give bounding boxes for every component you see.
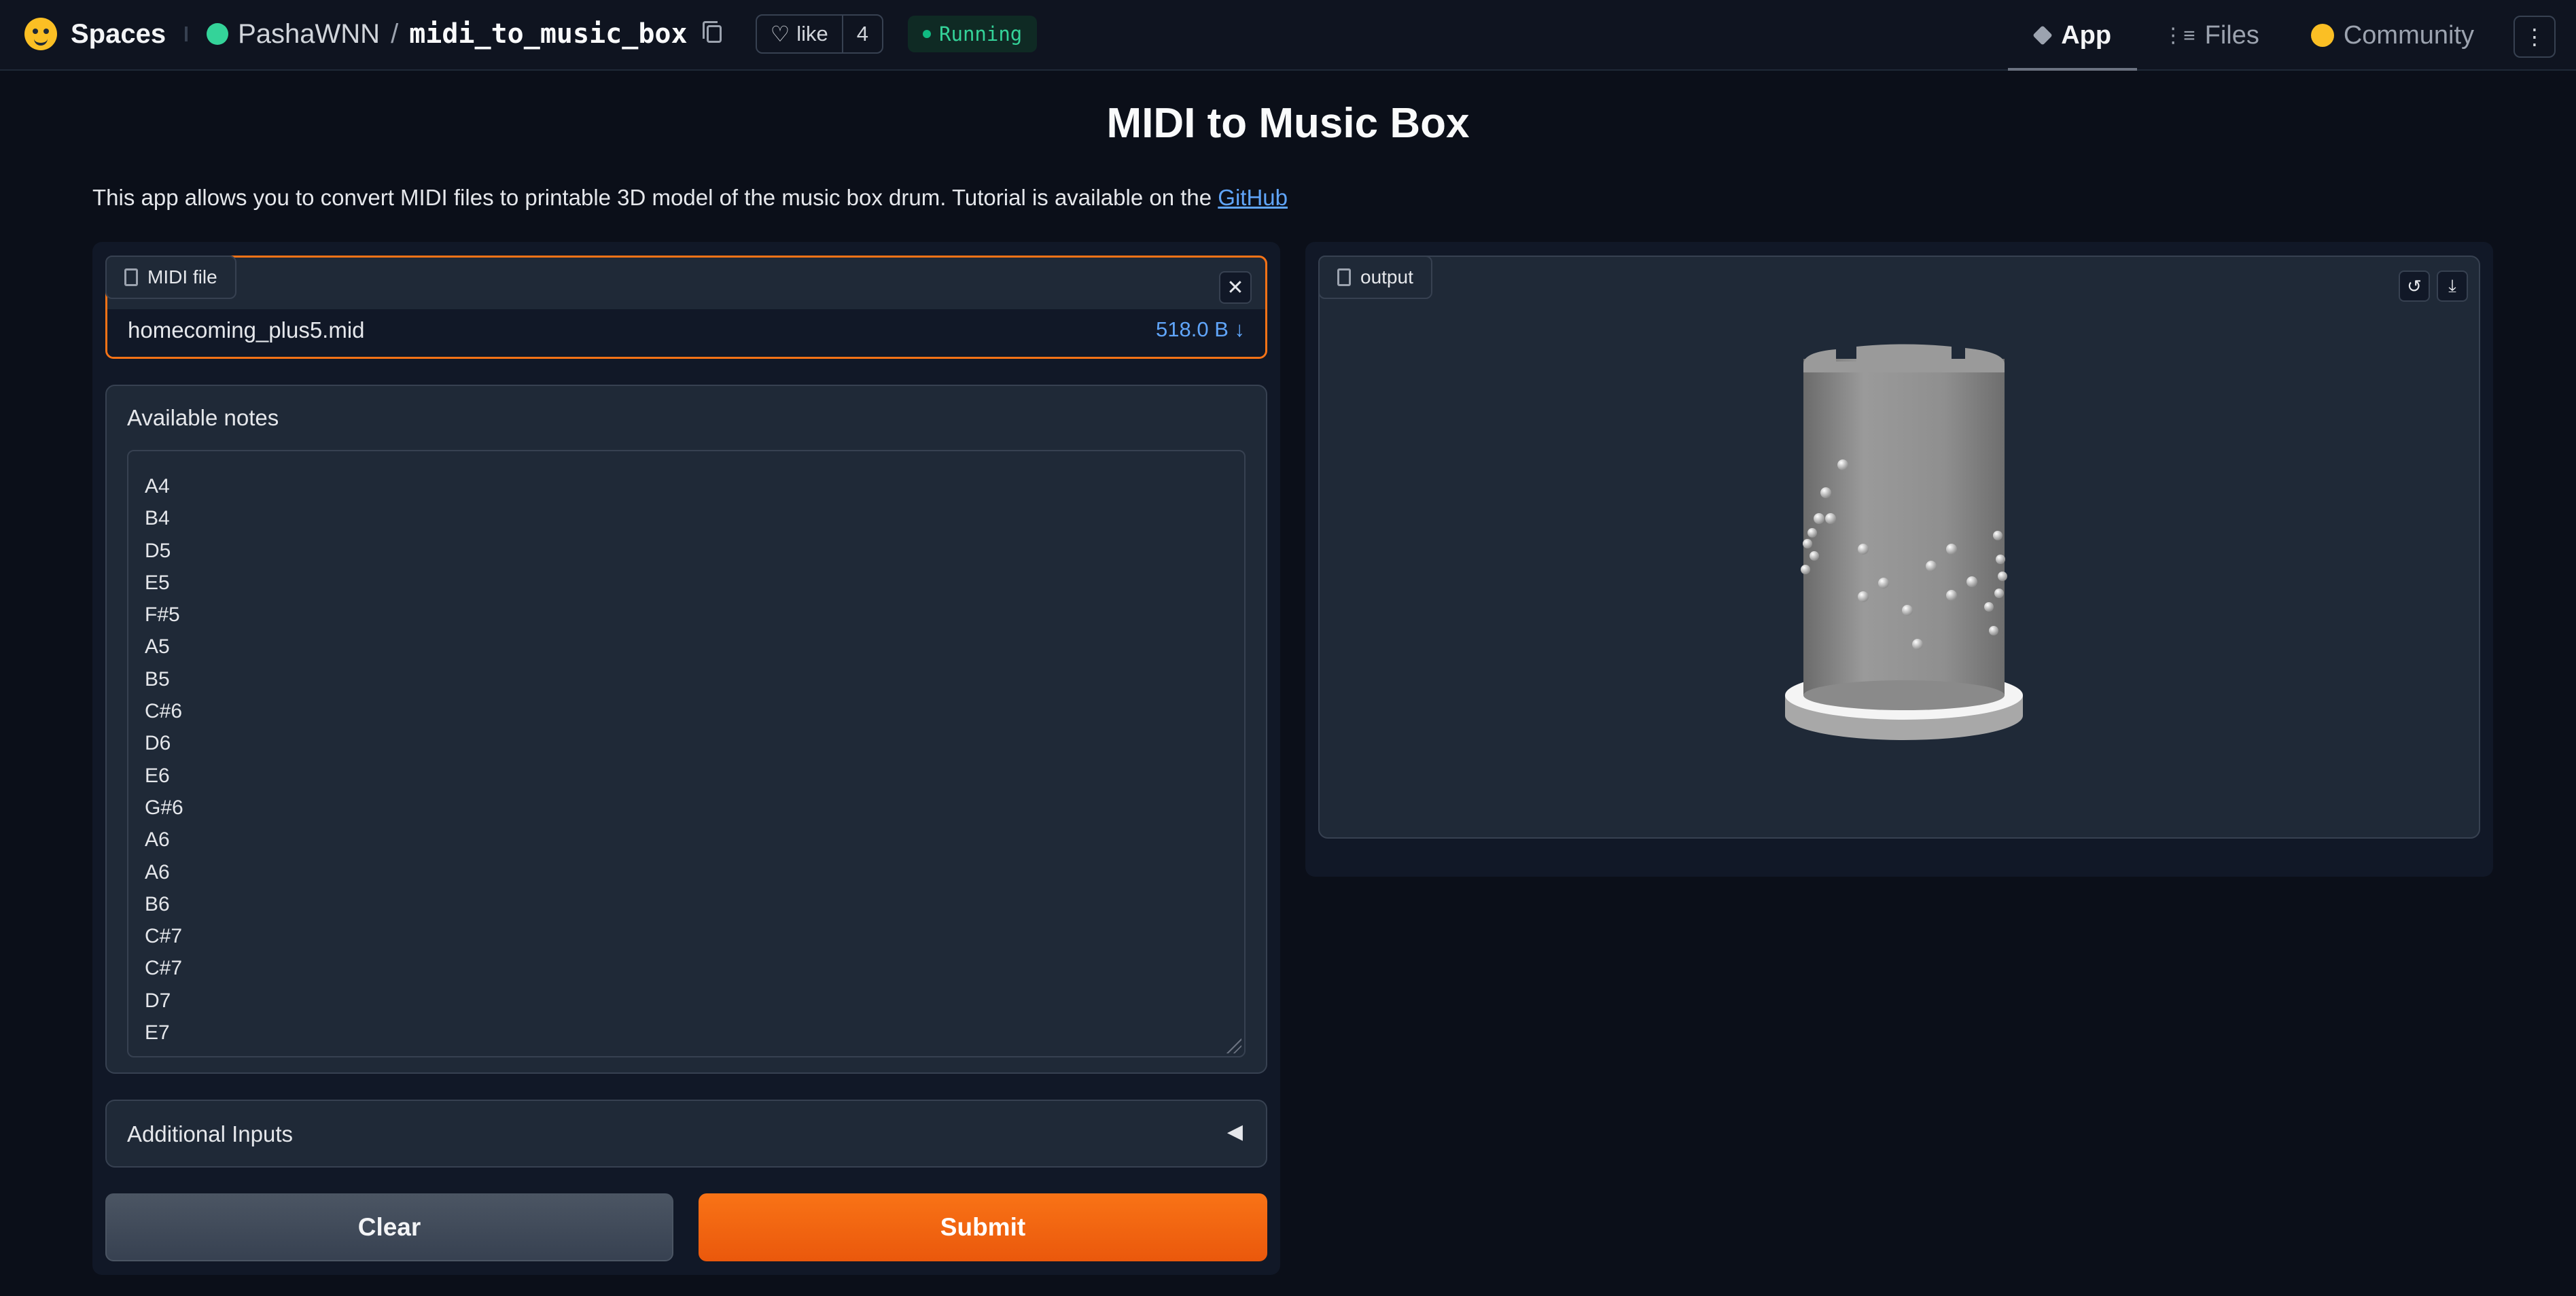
available-notes-block: Available notes A4 B4 D5 E5 F#5 A5 B5 C#6 D6 E6 G#… <box>105 385 1267 1074</box>
remove-file-button[interactable]: ✕ <box>1219 271 1252 304</box>
additional-inputs-label: Additional Inputs <box>127 1121 294 1146</box>
files-icon: ⋮≡ <box>2163 24 2195 47</box>
note-item: A6 <box>145 828 170 852</box>
output-label-text: output <box>1360 266 1413 287</box>
like-widget: ♡ like 4 <box>755 14 884 54</box>
note-item: C#6 <box>145 700 183 723</box>
file-name: homecoming_plus5.mid <box>128 317 365 343</box>
tab-files-label: Files <box>2204 20 2259 50</box>
clear-button[interactable]: Clear <box>105 1193 673 1261</box>
space-header: Spaces PashaWNN / midi_to_music_box ♡ li… <box>24 0 1038 68</box>
music-box-drum-3d-model[interactable] <box>1727 332 2081 753</box>
note-item: B5 <box>145 667 170 690</box>
note-item: G#6 <box>145 796 183 819</box>
note-item: D6 <box>145 732 171 755</box>
midi-file-upload[interactable]: MIDI file ✕ homecoming_plus5.mid 518.0 B… <box>105 256 1267 359</box>
hugging-face-logo-icon[interactable] <box>24 18 57 50</box>
available-notes-label: Available notes <box>127 405 279 430</box>
path-separator: / <box>391 18 399 49</box>
uploaded-file-row: homecoming_plus5.mid 518.0 B ↓ <box>107 309 1265 357</box>
available-notes-textarea[interactable]: A4 B4 D5 E5 F#5 A5 B5 C#6 D6 E6 G#6 A6 A6 B6 C#7 C#7 D7 E… <box>127 450 1246 1057</box>
like-count[interactable]: 4 <box>841 16 882 52</box>
file-download-link[interactable]: 518.0 B ↓ <box>1156 317 1245 342</box>
midi-file-label-text: MIDI file <box>147 266 217 287</box>
tab-app-label: App <box>2061 20 2112 50</box>
copy-icon[interactable] <box>702 21 722 43</box>
resize-handle-icon[interactable] <box>1227 1038 1241 1053</box>
note-item: D7 <box>145 989 171 1012</box>
status-text: Running <box>939 22 1023 46</box>
note-item: E7 <box>145 1021 170 1045</box>
like-button[interactable]: ♡ like <box>757 16 842 52</box>
top-bar: Spaces PashaWNN / midi_to_music_box ♡ li… <box>0 0 2576 71</box>
status-dot-icon <box>923 30 932 38</box>
output-model-viewer: output ↺ ⤓ <box>1318 256 2480 839</box>
note-item: A4 <box>145 475 170 497</box>
expand-arrow-icon: ◀ <box>1227 1121 1243 1143</box>
like-label: like <box>796 22 828 46</box>
tab-community[interactable]: Community <box>2285 0 2500 71</box>
community-icon <box>2310 24 2334 47</box>
owner-avatar <box>207 23 229 45</box>
space-tabs: App ⋮≡ Files Community ⋮ <box>2008 0 2576 71</box>
kebab-icon: ⋮ <box>2524 24 2545 49</box>
spaces-link[interactable]: Spaces <box>71 19 166 50</box>
github-link[interactable]: GitHub <box>1218 185 1288 210</box>
owner-link[interactable]: PashaWNN <box>238 19 380 50</box>
note-item: D5 <box>145 539 171 562</box>
download-button[interactable]: ⤓ <box>2437 270 2468 302</box>
output-label: output <box>1318 256 1432 299</box>
more-menu-button[interactable]: ⋮ <box>2513 16 2556 58</box>
page-description: This app allows you to convert MIDI file… <box>92 185 1288 211</box>
tab-community-label: Community <box>2343 20 2474 50</box>
description-text: This app allows you to convert MIDI file… <box>92 185 1218 210</box>
reset-view-button[interactable]: ↺ <box>2399 270 2430 302</box>
file-icon <box>1337 268 1351 286</box>
submit-button[interactable]: Submit <box>699 1193 1267 1261</box>
heart-icon: ♡ <box>770 22 790 46</box>
note-item: B6 <box>145 892 170 915</box>
note-item: A6 <box>145 860 170 883</box>
close-icon: ✕ <box>1227 276 1244 299</box>
undo-icon: ↺ <box>2407 275 2422 296</box>
repo-name-link[interactable]: midi_to_music_box <box>409 18 687 50</box>
status-badge[interactable]: Running <box>908 16 1038 52</box>
note-item: B4 <box>145 507 170 530</box>
file-icon <box>124 268 138 286</box>
tab-app[interactable]: App <box>2008 0 2137 71</box>
midi-file-label: MIDI file <box>105 256 236 299</box>
download-icon: ⤓ <box>2448 275 2456 296</box>
note-item: C#7 <box>145 957 183 980</box>
notes-list: A4 B4 D5 E5 F#5 A5 B5 C#6 D6 E6 G#6 A6 A6 B6 C#7 C#7 D7 E… <box>145 470 183 1049</box>
cube-icon <box>2032 25 2053 46</box>
tab-files[interactable]: ⋮≡ Files <box>2137 0 2285 71</box>
note-item: E5 <box>145 571 170 594</box>
note-item: F#5 <box>145 603 180 627</box>
note-item: E6 <box>145 764 170 787</box>
divider <box>185 27 188 41</box>
page-title: MIDI to Music Box <box>1106 100 1470 147</box>
note-item: C#7 <box>145 925 183 948</box>
additional-inputs-accordion[interactable]: Additional Inputs ◀ <box>105 1100 1267 1168</box>
note-item: A5 <box>145 635 170 659</box>
